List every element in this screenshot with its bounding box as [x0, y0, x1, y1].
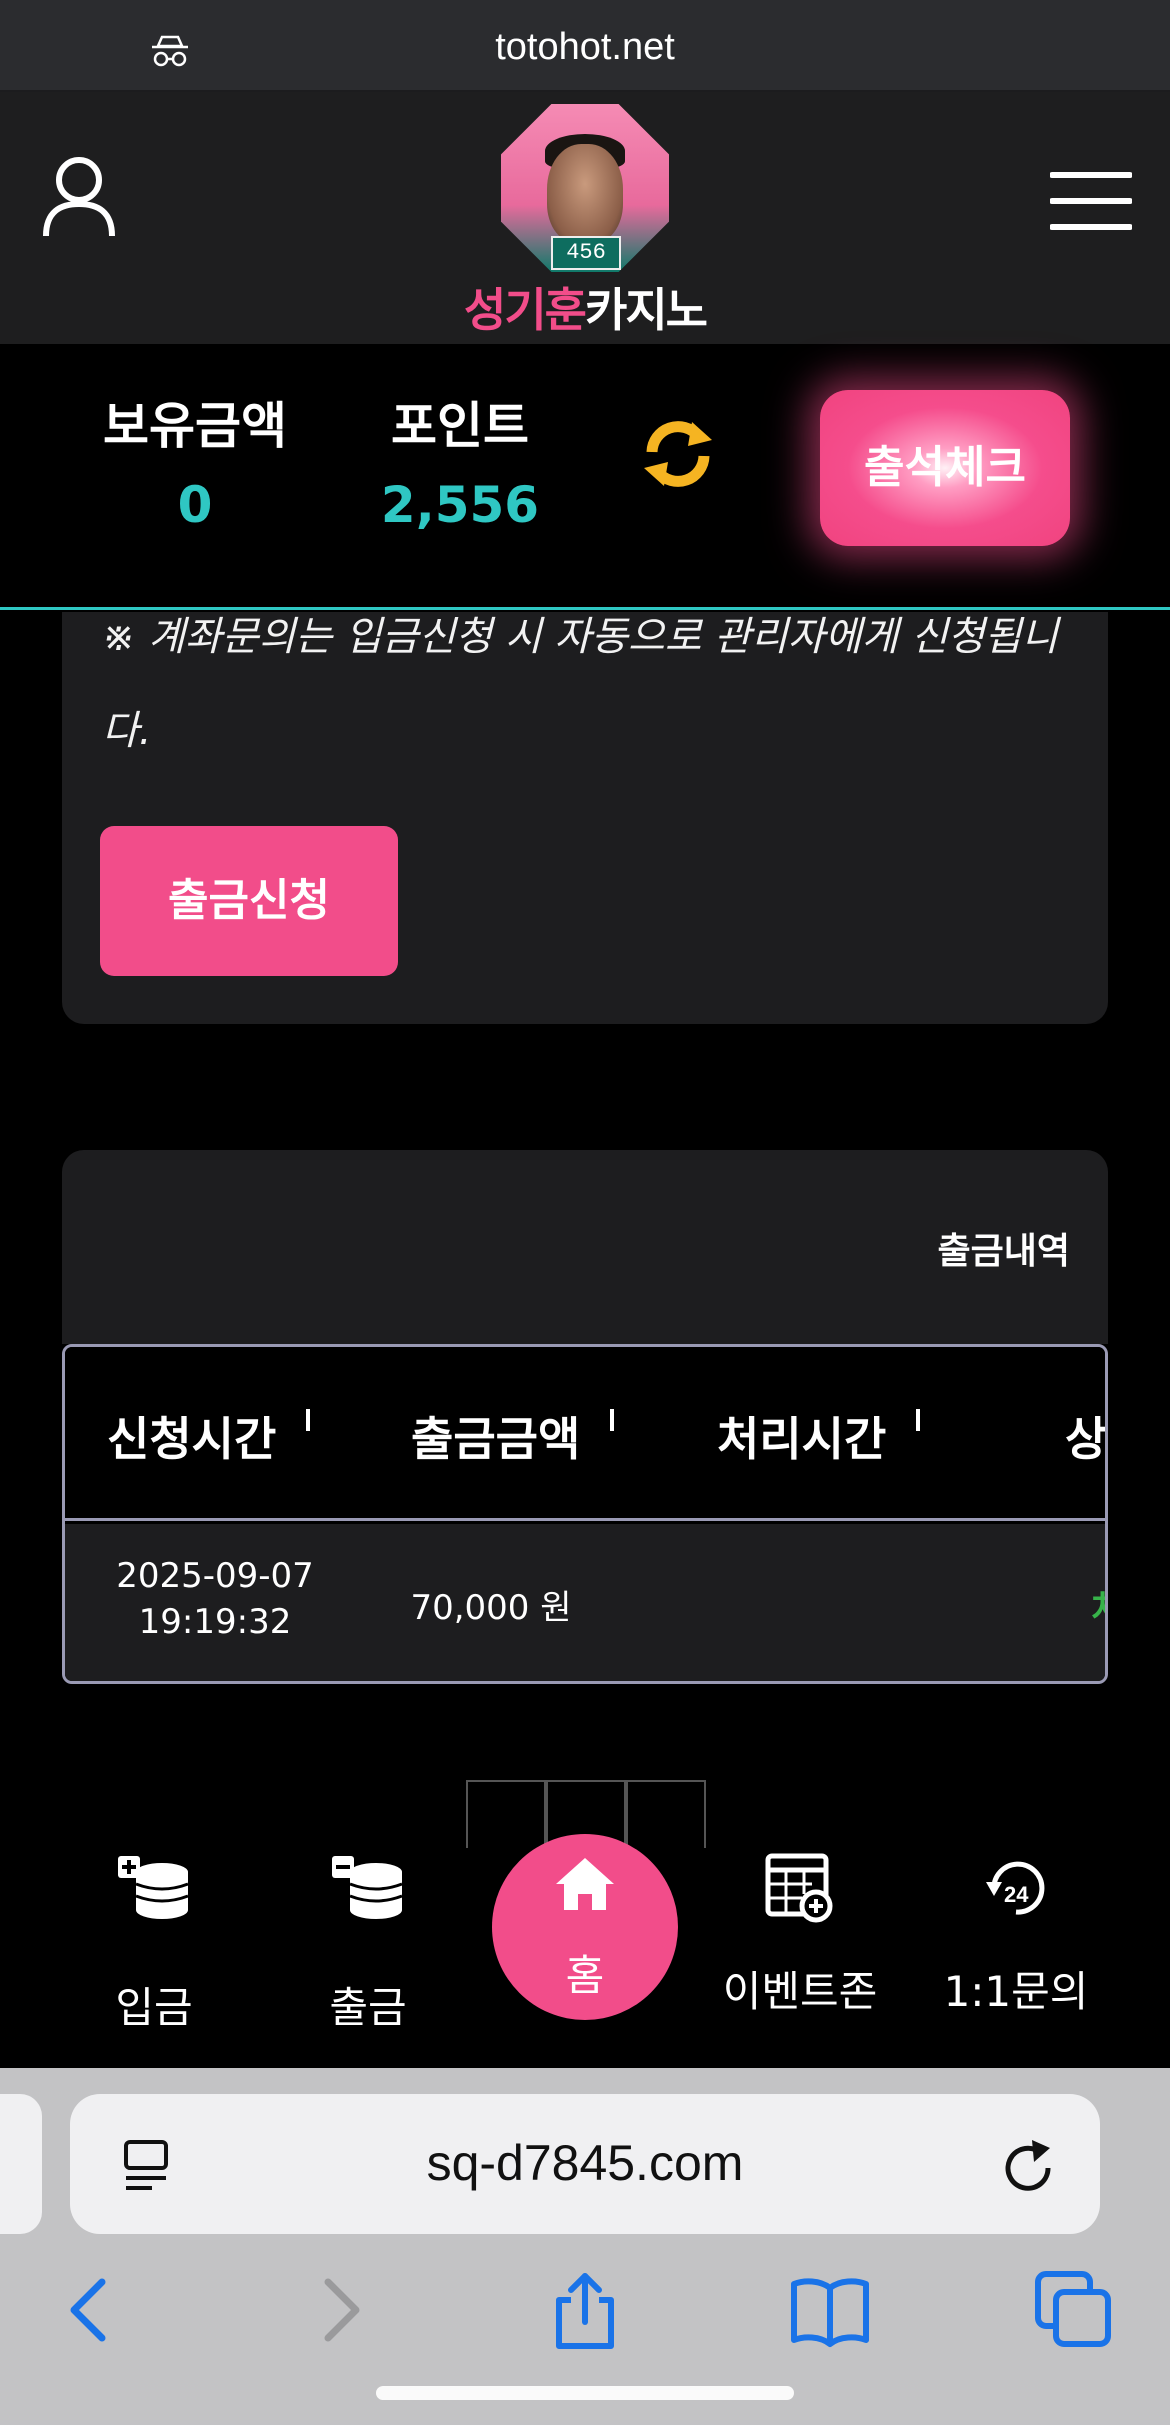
nav-deposit-label: 입금 — [115, 1983, 193, 2032]
nav-inquiry-label: 1:1문의 — [943, 1967, 1089, 2016]
nav-event-zone[interactable]: 이벤트존 — [700, 1848, 900, 2068]
hamburger-menu-icon[interactable] — [1050, 170, 1132, 232]
pagination-prev-button[interactable] — [466, 1780, 546, 1850]
event-calendar-icon — [765, 1853, 833, 1923]
browser-top-bar: totohot.net — [0, 0, 1170, 92]
nav-home-button[interactable]: 홈 — [492, 1834, 678, 2020]
table-row[interactable]: 2025-09-07 19:19:32 70,000 원 처 — [65, 1524, 1105, 1681]
column-status[interactable]: 상 — [1065, 1403, 1105, 1469]
support-24h-icon: 24 — [986, 1861, 1045, 1915]
pagination-next-button[interactable] — [626, 1780, 706, 1850]
deposit-coins-icon — [118, 1856, 189, 1919]
reload-icon[interactable] — [1000, 2134, 1056, 2194]
withdraw-request-button[interactable]: 출금신청 — [100, 826, 398, 976]
tabs-icon[interactable] — [1034, 2270, 1114, 2350]
withdraw-request-card: ※ 계좌문의는 입금신청 시 자동으로 관리자에게 신청됩니다. 출금신청 — [62, 612, 1108, 1024]
withdraw-coins-icon — [332, 1856, 403, 1919]
nav-withdraw-label: 출금 — [329, 1983, 407, 2032]
bookmarks-icon[interactable] — [790, 2270, 870, 2350]
account-inquiry-notice: ※ 계좌문의는 입금신청 시 자동으로 관리자에게 신청됩니다. — [102, 614, 1059, 754]
previous-tab-peek[interactable] — [0, 2094, 42, 2234]
logo-badge: 456 — [551, 236, 621, 270]
balance-bar: 보유금액 0 포인트 2,556 출석체크 — [0, 344, 1170, 610]
attendance-check-button[interactable]: 출석체크 — [820, 390, 1070, 546]
nav-event-zone-label: 이벤트존 — [722, 1967, 878, 2016]
home-indicator — [376, 2386, 794, 2400]
sort-handle-icon[interactable] — [610, 1409, 615, 1431]
forward-icon[interactable] — [300, 2270, 380, 2350]
cell-withdraw-amount: 70,000 원 — [410, 1588, 572, 1628]
svg-text:24: 24 — [1004, 1882, 1029, 1907]
site-logo[interactable]: 456 성기훈카지노게임 — [455, 104, 715, 403]
column-request-time[interactable]: 신청시간 — [107, 1403, 311, 1469]
withdraw-history-title: 출금내역 — [937, 1231, 1070, 1272]
logo-face-image — [547, 144, 623, 244]
nav-inquiry[interactable]: 24 1:1문의 — [916, 1848, 1116, 2068]
holding-value: 0 — [177, 476, 213, 534]
home-icon — [556, 1858, 614, 1910]
column-processed-time[interactable]: 처리시간 — [717, 1403, 921, 1469]
site-header: 456 성기훈카지노게임 — [0, 92, 1170, 403]
back-icon[interactable] — [50, 2270, 130, 2350]
nav-home-label: 홈 — [565, 1951, 605, 2000]
address-bar[interactable]: sq-d7845.com — [70, 2094, 1100, 2234]
cell-request-date: 2025-09-07 — [116, 1556, 314, 1596]
top-url[interactable]: totohot.net — [0, 26, 1170, 69]
holding-label: 보유금액 — [103, 397, 287, 455]
sort-handle-icon[interactable] — [306, 1409, 311, 1431]
points-value: 2,556 — [380, 476, 540, 534]
withdraw-history-table[interactable]: 신청시간 출금금액 처리시간 상 2025-09-07 19:19:32 70,… — [62, 1344, 1108, 1684]
nav-deposit[interactable]: 입금 — [54, 1848, 254, 2068]
nav-withdraw[interactable]: 출금 — [268, 1848, 468, 2068]
column-withdraw-amount[interactable]: 출금금액 — [411, 1403, 615, 1469]
cell-status: 처 — [1091, 1580, 1105, 1632]
withdraw-history-card: 출금내역 — [62, 1150, 1108, 1344]
cell-request-time: 19:19:32 — [138, 1602, 292, 1642]
safari-bottom-chrome: sq-d7845.com — [0, 2068, 1170, 2425]
user-icon[interactable] — [40, 154, 118, 238]
points: 포인트 2,556 — [370, 386, 550, 534]
points-label: 포인트 — [391, 397, 529, 455]
sort-handle-icon[interactable] — [916, 1409, 921, 1431]
refresh-icon[interactable] — [638, 414, 718, 494]
holding-amount: 보유금액 0 — [95, 386, 295, 534]
address-domain[interactable]: sq-d7845.com — [70, 2134, 1100, 2192]
share-icon[interactable] — [545, 2270, 625, 2350]
table-header: 신청시간 출금금액 처리시간 상 — [65, 1347, 1105, 1521]
